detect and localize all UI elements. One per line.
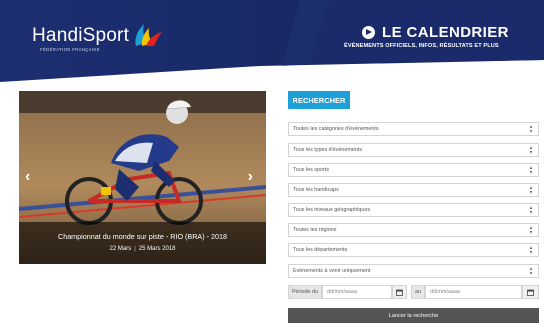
select-event-type[interactable]: Tous les types d'événements (288, 143, 539, 157)
logo-subtitle: FÉDÉRATION FRANÇAISE (40, 47, 100, 52)
chevron-updown-icon (529, 125, 534, 133)
chevron-left-icon[interactable]: ‹ (25, 169, 30, 185)
logo-flame-icon (132, 20, 164, 53)
select-label: Tous les départements (293, 247, 348, 253)
select-upcoming[interactable]: Evénements à venir uniquement (288, 264, 539, 278)
date-to-input[interactable]: dd/mm/aaaa (425, 285, 522, 299)
arrow-circle-icon (362, 26, 375, 39)
site-header: HandiSport FÉDÉRATION FRANÇAISE LE CALEN… (0, 0, 544, 82)
slide-dates: 22 Mars | 25 Mars 2018 (19, 246, 266, 252)
logo-wordmark: HandiSport (32, 25, 130, 46)
select-department[interactable]: Tous les départements (288, 243, 539, 257)
slide-title: Championnat du monde sur piste - RIO (BR… (58, 232, 227, 241)
period-filter: Période du dd/mm/aaaa au dd/mm/aaaa (288, 285, 539, 299)
select-label: Evénements à venir uniquement (293, 268, 371, 274)
chevron-right-icon[interactable]: › (248, 169, 253, 185)
select-label: Toutes les régions (293, 227, 337, 233)
slide-date-separator: | (134, 246, 136, 252)
chevron-updown-icon (529, 246, 534, 254)
chevron-updown-icon (529, 186, 534, 194)
select-handicap[interactable]: Tous les handicaps (288, 183, 539, 197)
chevron-updown-icon (529, 206, 534, 214)
period-to-label: au (411, 285, 425, 299)
select-region[interactable]: Toutes les régions (288, 223, 539, 237)
select-geo-level[interactable]: Tous les niveaux géographiques (288, 203, 539, 217)
calendar-subtitle: ÉVÉNEMENTS OFFICIELS, INFOS, RÉSULTATS E… (344, 43, 499, 49)
slide-caption: Championnat du monde sur piste - RIO (BR… (19, 222, 266, 264)
calendar-title-text: LE CALENDRIER (382, 24, 509, 41)
select-label: Tous les types d'événements (293, 147, 363, 153)
select-sport[interactable]: Tous les sports (288, 163, 539, 177)
calendar-icon[interactable] (392, 285, 407, 299)
calendar-icon[interactable] (522, 285, 539, 299)
date-from-input[interactable]: dd/mm/aaaa (322, 285, 392, 299)
select-label: Toutes les catégories d'événements (293, 126, 379, 132)
chevron-updown-icon (529, 226, 534, 234)
event-slider[interactable]: ‹ › Championnat du monde sur piste - RIO… (19, 91, 266, 264)
select-label: Tous les niveaux géographiques (293, 207, 371, 213)
handisport-logo[interactable]: HandiSport FÉDÉRATION FRANÇAISE (32, 24, 164, 53)
page: HandiSport FÉDÉRATION FRANÇAISE LE CALEN… (0, 0, 544, 323)
chevron-updown-icon (529, 267, 534, 275)
slide-date-end: 25 Mars 2018 (138, 246, 176, 252)
slide-date-start: 22 Mars (109, 246, 132, 252)
chevron-updown-icon (529, 166, 534, 174)
select-label: Tous les sports (293, 167, 329, 173)
launch-search-button[interactable]: Lancer la recherche (288, 308, 539, 323)
chevron-updown-icon (529, 146, 534, 154)
search-button[interactable]: RECHERCHER (288, 91, 350, 109)
select-event-category[interactable]: Toutes les catégories d'événements (288, 122, 539, 136)
calendar-title: LE CALENDRIER (362, 24, 509, 41)
period-from-label: Période du (288, 285, 322, 299)
select-label: Tous les handicaps (293, 187, 339, 193)
